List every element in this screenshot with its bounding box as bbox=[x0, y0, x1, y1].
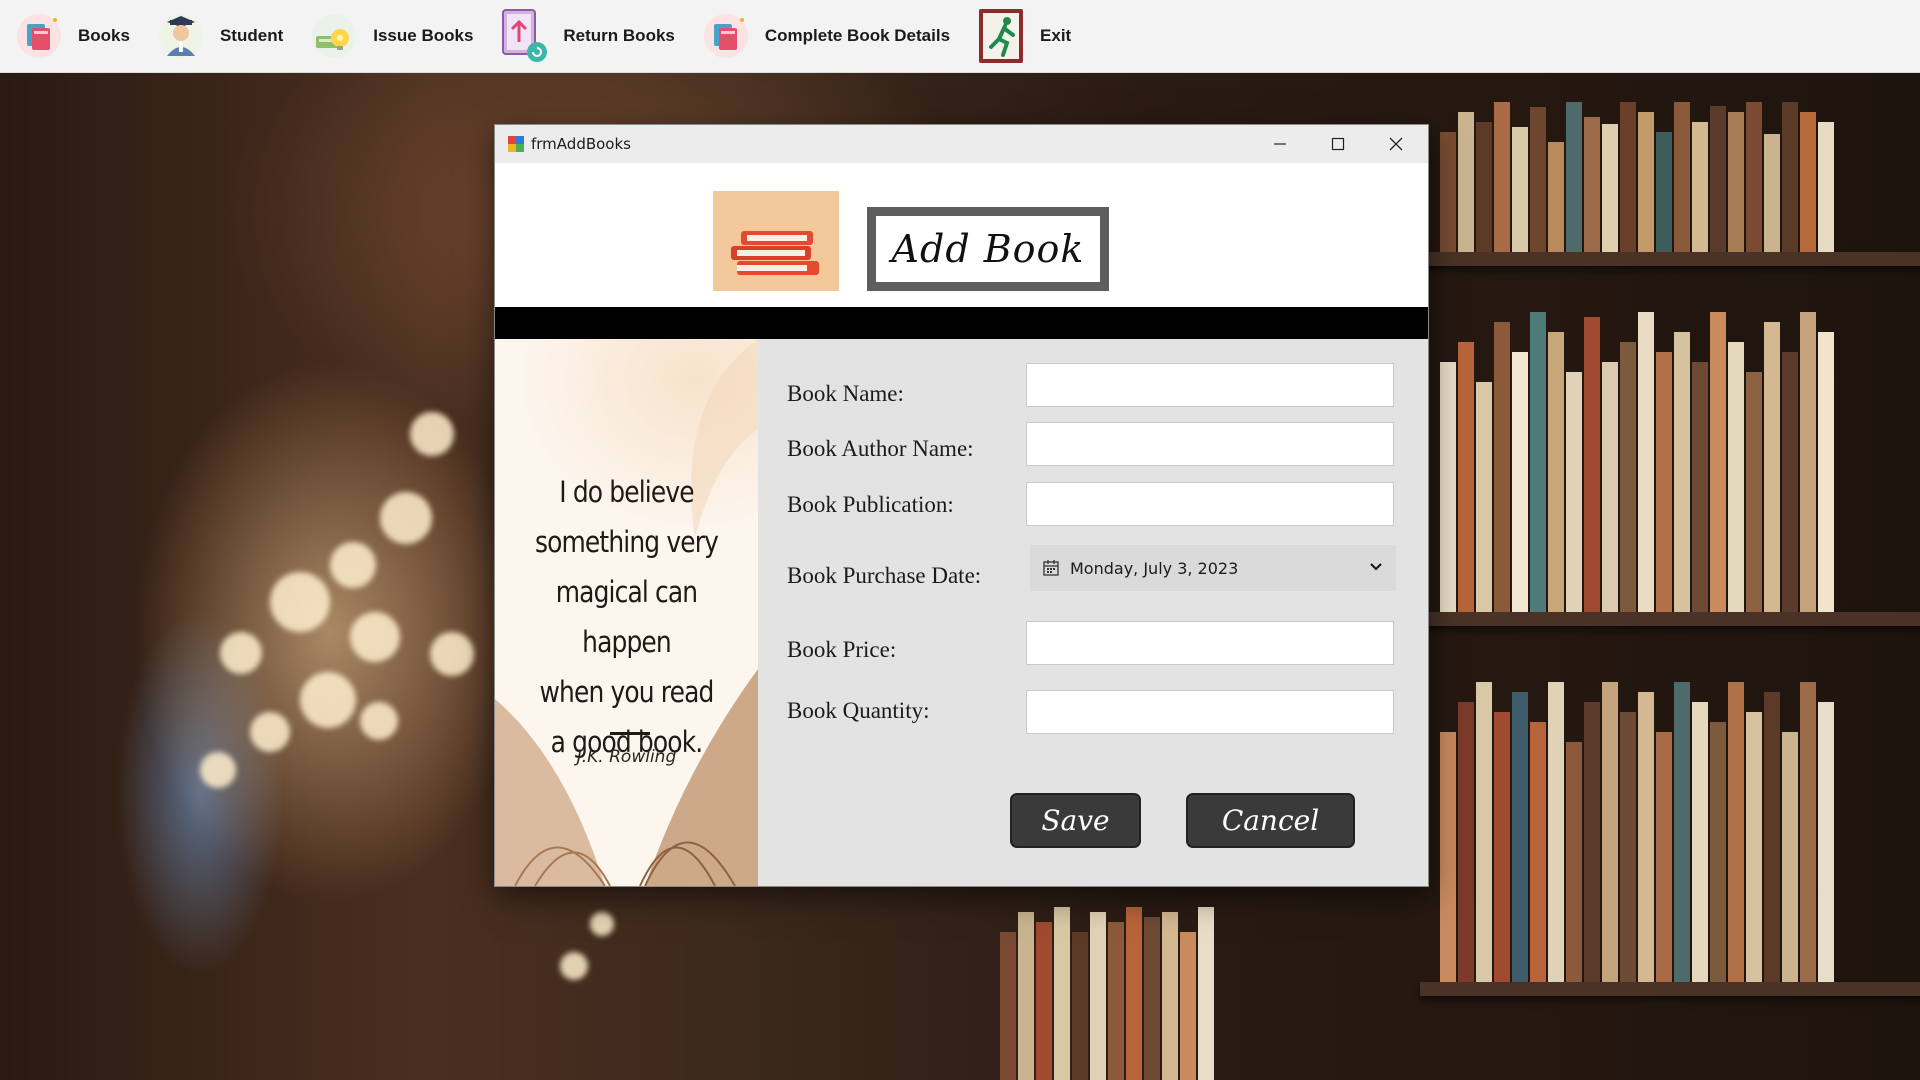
toolbar-item-student[interactable]: Student bbox=[142, 0, 295, 72]
price-input[interactable] bbox=[1026, 621, 1394, 665]
maximize-button[interactable] bbox=[1309, 125, 1367, 163]
quote-divider bbox=[610, 732, 650, 735]
book-stack-icon bbox=[731, 231, 819, 275]
add-books-window: frmAddBooks Add Book I do believe someth… bbox=[494, 124, 1429, 887]
toolbar-label-student: Student bbox=[219, 26, 284, 45]
main-toolbar: Books Student Issue Books Return Books C… bbox=[0, 0, 1920, 73]
quote-image: I do believe something very magical can … bbox=[495, 339, 758, 886]
exit-icon bbox=[976, 9, 1026, 63]
app-icon bbox=[508, 136, 524, 152]
issue-books-icon bbox=[309, 11, 359, 61]
minimize-icon bbox=[1274, 143, 1286, 145]
maximize-icon bbox=[1331, 137, 1345, 151]
book-name-label: Book Name: bbox=[787, 381, 904, 406]
books-logo bbox=[713, 191, 839, 291]
close-button[interactable] bbox=[1367, 125, 1425, 163]
toolbar-label-issue-books: Issue Books bbox=[373, 26, 474, 45]
window-titlebar[interactable]: frmAddBooks bbox=[495, 125, 1428, 163]
toolbar-item-complete-book-details[interactable]: Complete Book Details bbox=[687, 0, 962, 72]
purchase-date-picker[interactable]: Monday, July 3, 2023 bbox=[1030, 545, 1396, 591]
quantity-label: Book Quantity: bbox=[787, 698, 930, 723]
price-label: Book Price: bbox=[787, 637, 897, 662]
purchase-date-label: Book Purchase Date: bbox=[787, 563, 982, 588]
publication-label: Book Publication: bbox=[787, 492, 954, 517]
toolbar-item-return-books[interactable]: Return Books bbox=[485, 0, 686, 72]
quote-author: J.K. Rowling bbox=[576, 747, 677, 767]
toolbar-label-complete-book-details: Complete Book Details bbox=[764, 26, 951, 45]
book-name-input[interactable] bbox=[1026, 363, 1394, 407]
toolbar-item-exit[interactable]: Exit bbox=[962, 0, 1083, 72]
quote-line-1: I do believe bbox=[559, 475, 694, 509]
cancel-button-label: Cancel bbox=[1221, 804, 1320, 837]
quote-text: I do believe something very magical can … bbox=[513, 467, 739, 767]
add-book-heading-text: Add Book bbox=[891, 227, 1085, 271]
toolbar-item-issue-books[interactable]: Issue Books bbox=[295, 0, 485, 72]
publication-input[interactable] bbox=[1026, 482, 1394, 526]
purchase-date-value: Monday, July 3, 2023 bbox=[1070, 558, 1239, 578]
quote-line-4: when you read bbox=[539, 675, 714, 709]
minimize-button[interactable] bbox=[1251, 125, 1309, 163]
calendar-icon bbox=[1043, 560, 1059, 576]
books-icon bbox=[14, 11, 64, 61]
save-button-label: Save bbox=[1041, 804, 1110, 837]
toolbar-item-books[interactable]: Books bbox=[0, 0, 142, 72]
toolbar-label-return-books: Return Books bbox=[563, 26, 675, 45]
quote-line-3: magical can happen bbox=[555, 575, 698, 659]
close-icon bbox=[1389, 137, 1403, 151]
student-icon bbox=[156, 11, 206, 61]
quote-line-2: something very bbox=[534, 525, 719, 559]
cancel-button[interactable]: Cancel bbox=[1186, 793, 1355, 848]
author-name-label: Book Author Name: bbox=[787, 436, 974, 461]
return-books-icon bbox=[499, 9, 549, 62]
window-title: frmAddBooks bbox=[531, 135, 631, 153]
chevron-down-icon[interactable] bbox=[1368, 559, 1384, 575]
author-name-input[interactable] bbox=[1026, 422, 1394, 466]
header-divider bbox=[495, 307, 1428, 339]
toolbar-label-exit: Exit bbox=[1040, 26, 1072, 45]
quantity-input[interactable] bbox=[1026, 690, 1394, 734]
complete-book-details-icon bbox=[701, 11, 751, 61]
toolbar-label-books: Books bbox=[78, 26, 130, 45]
save-button[interactable]: Save bbox=[1010, 793, 1141, 848]
add-book-heading: Add Book bbox=[867, 207, 1109, 291]
